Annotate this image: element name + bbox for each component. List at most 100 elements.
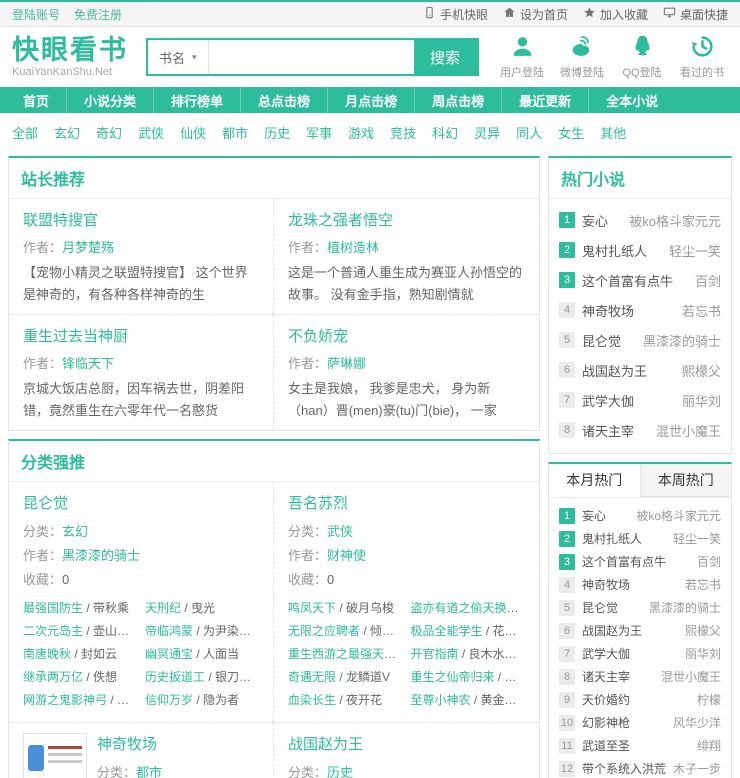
search-category-dropdown[interactable]: 书名 ▾	[148, 40, 209, 74]
related-book-link[interactable]: 南唐晚秋	[23, 647, 71, 661]
nav-item[interactable]: 小说分类	[66, 87, 153, 113]
subnav-item[interactable]: 军事	[306, 123, 332, 142]
subnav-item[interactable]: 灵异	[474, 123, 500, 142]
book-author-link[interactable]: 黑漆漆的骑士	[62, 548, 140, 563]
nav-item[interactable]: 总点击榜	[240, 87, 327, 113]
related-book-link[interactable]: 至尊小神农	[411, 693, 471, 707]
rank-book-link[interactable]: 带个系统入洪荒	[582, 760, 668, 777]
rank-book-link[interactable]: 这个首富有点牛	[582, 271, 690, 290]
related-book-link[interactable]: 奇遇无限	[288, 670, 336, 684]
book-title-link[interactable]: 战国赵为王	[288, 733, 525, 754]
nav-item[interactable]: 最近更新	[501, 87, 588, 113]
related-book-link[interactable]: 重生西游之最强天兵	[288, 647, 396, 661]
subnav-item[interactable]: 科幻	[432, 123, 458, 142]
related-book-link[interactable]: 天刑纪	[145, 601, 181, 615]
subnav-item[interactable]: 全部	[12, 123, 38, 142]
subnav-item[interactable]: 竞技	[390, 123, 416, 142]
rank-book-link[interactable]: 昆仑觉	[582, 599, 644, 616]
rank-book-link[interactable]: 天价婚约	[582, 691, 692, 708]
related-book-link[interactable]: 极品全能学生	[411, 624, 483, 638]
subnav-item[interactable]: 仙侠	[180, 123, 206, 142]
search-input[interactable]	[209, 40, 414, 74]
recommend-book: 龙珠之强者悟空作者：植树造林这是一个普通人重生成为赛亚人孙悟空的故事。 没有金手…	[274, 199, 539, 315]
book-title-link[interactable]: 联盟特搜官	[23, 209, 259, 230]
subnav-item[interactable]: 都市	[222, 123, 248, 142]
related-book-link[interactable]: 重生之仙帝归来	[411, 670, 495, 684]
book-title-link[interactable]: 神奇牧场	[97, 733, 175, 754]
rank-book-link[interactable]: 神奇牧场	[582, 301, 677, 320]
search-button[interactable]: 搜索	[414, 40, 477, 74]
subnav-item[interactable]: 历史	[264, 123, 290, 142]
topbar-link[interactable]: 登陆账号	[12, 6, 60, 23]
book-cover-thumbnail[interactable]	[23, 733, 87, 778]
rank-book-link[interactable]: 战国赵为王	[582, 622, 680, 639]
subnav-item[interactable]: 女生	[558, 123, 584, 142]
rank-book-link[interactable]: 武学大伽	[582, 645, 680, 662]
quick-history[interactable]: 看过的书	[676, 34, 728, 80]
book-title-link[interactable]: 重生过去当神厨	[23, 325, 259, 346]
book-category-link[interactable]: 武侠	[327, 524, 353, 539]
nav-item[interactable]: 全本小说	[588, 87, 675, 113]
book-title-link[interactable]: 吾名苏烈	[288, 492, 525, 513]
subnav-item[interactable]: 游戏	[348, 123, 374, 142]
subnav-item[interactable]: 玄幻	[54, 123, 80, 142]
topbar-item-phone[interactable]: 手机快眼	[423, 6, 488, 23]
related-book-link[interactable]: 血染长生	[288, 693, 336, 707]
site-logo[interactable]: 快眼看书 KuaiYanKanShu.Net	[12, 36, 128, 78]
rank-book-link[interactable]: 昆仑觉	[582, 331, 638, 350]
nav-item[interactable]: 首页	[6, 87, 66, 113]
book-author-link[interactable]: 植树造林	[327, 240, 379, 255]
related-book-link[interactable]: 鸣凤天下	[288, 601, 336, 615]
tab-本月热门[interactable]: 本月热门	[549, 464, 640, 497]
rank-book-link[interactable]: 幻影神枪	[582, 714, 668, 731]
book-category-link[interactable]: 历史	[327, 765, 353, 778]
subnav-item[interactable]: 同人	[516, 123, 542, 142]
rank-book-link[interactable]: 战国赵为王	[582, 361, 677, 380]
quick-qq[interactable]: QQ登陆	[616, 34, 668, 80]
subnav-item[interactable]: 奇幻	[96, 123, 122, 142]
related-book-link[interactable]: 二次元岛主	[23, 624, 83, 638]
book-author-link[interactable]: 月梦楚殇	[62, 240, 114, 255]
rank-book-link[interactable]: 这个首富有点牛	[582, 553, 692, 570]
related-book-link[interactable]: 网游之鬼影神弓	[23, 693, 107, 707]
book-author-link[interactable]: 锋临天下	[62, 356, 114, 371]
rank-book-link[interactable]: 武道至圣	[582, 737, 692, 754]
rank-book-link[interactable]: 武学大伽	[582, 391, 677, 410]
rank-book-link[interactable]: 妄心	[582, 507, 631, 524]
related-book-link[interactable]: 帝临鸿蒙	[145, 624, 193, 638]
book-title-link[interactable]: 不负娇宠	[288, 325, 525, 346]
nav-item[interactable]: 排行榜单	[153, 87, 240, 113]
quick-weibo[interactable]: 微博登陆	[556, 34, 608, 80]
related-book-link[interactable]: 继承两万亿	[23, 670, 83, 684]
rank-book-link[interactable]: 妄心	[582, 211, 624, 230]
book-category-link[interactable]: 都市	[136, 765, 162, 778]
nav-item[interactable]: 周点击榜	[414, 87, 501, 113]
related-book-link[interactable]: 幽冥通宝	[145, 647, 193, 661]
book-title-link[interactable]: 龙珠之强者悟空	[288, 209, 525, 230]
related-book-link[interactable]: 最强国防生	[23, 601, 83, 615]
subnav-item[interactable]: 武侠	[138, 123, 164, 142]
book-author-link[interactable]: 萨琳娜	[327, 356, 366, 371]
topbar-item-star[interactable]: 加入收藏	[583, 6, 648, 23]
book-title-link[interactable]: 昆仑觉	[23, 492, 259, 513]
related-book-link[interactable]: 信仰万岁	[145, 693, 193, 707]
rank-book-link[interactable]: 诸天主宰	[582, 668, 656, 685]
rank-book-link[interactable]: 鬼村扎纸人	[582, 241, 664, 260]
book-author-link[interactable]: 财神使	[327, 548, 366, 563]
rank-book-link[interactable]: 神奇牧场	[582, 576, 680, 593]
book-category-link[interactable]: 玄幻	[62, 524, 88, 539]
nav-item[interactable]: 月点击榜	[327, 87, 414, 113]
related-book-link[interactable]: 无限之应聘者	[288, 624, 360, 638]
related-book-link[interactable]: 历史扳道工	[145, 670, 205, 684]
topbar-item-home[interactable]: 设为首页	[503, 6, 568, 23]
rank-book-link[interactable]: 鬼村扎纸人	[582, 530, 668, 547]
tab-本周热门[interactable]: 本周热门	[640, 464, 732, 497]
topbar-item-desktop[interactable]: 桌面快捷	[663, 6, 728, 23]
book-author-row: 作者：萨琳娜	[288, 353, 525, 372]
topbar-link[interactable]: 免费注册	[74, 6, 122, 23]
quick-user[interactable]: 用户登陆	[496, 34, 548, 80]
subnav-item[interactable]: 其他	[600, 123, 626, 142]
rank-book-link[interactable]: 诸天主宰	[582, 421, 651, 440]
related-book-link[interactable]: 盗亦有道之偷天换日	[411, 601, 519, 615]
related-book-link[interactable]: 开官指南	[411, 647, 459, 661]
